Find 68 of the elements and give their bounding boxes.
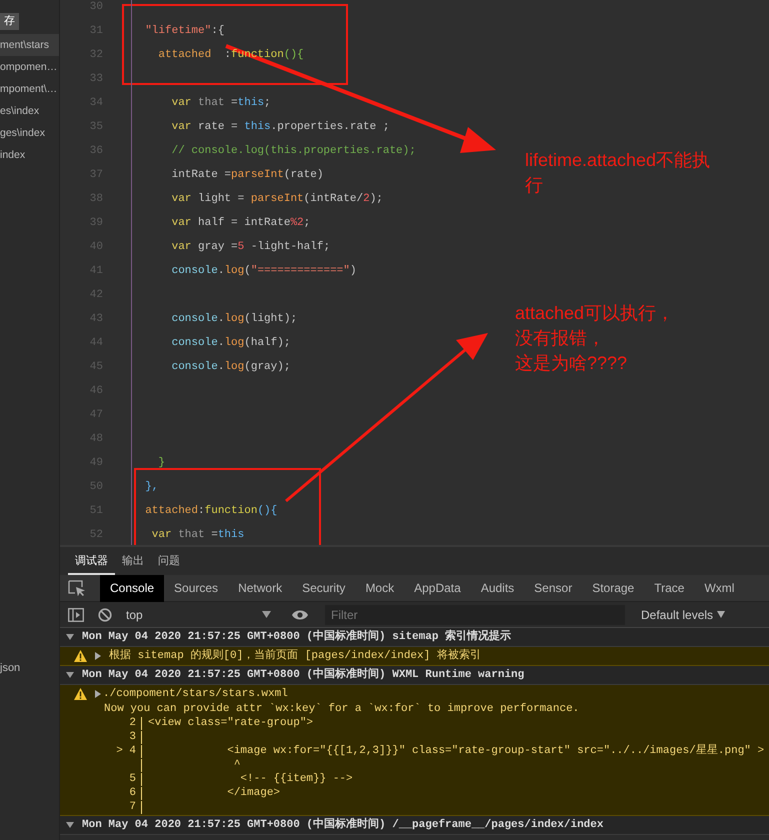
panel-tab[interactable]: 调试器 <box>68 547 115 575</box>
devtools-tab[interactable]: Audits <box>470 574 524 602</box>
code-line-number: 2 <box>128 716 136 730</box>
log-header: Mon May 04 2020 21:57:25 GMT+0800 (中国标准时间) /__pageframe__/pages/index/index <box>82 816 604 832</box>
file-item[interactable]: index <box>0 144 59 166</box>
log-message: Now you can provide attr `wx:key` for a `wx:for` to improve performance. <box>103 702 580 716</box>
code-snippet: </image> <box>226 786 280 800</box>
block-icon <box>98 608 112 622</box>
code-line: console.log("=============") <box>170 265 356 277</box>
code-line: // console.log(this.properties.rate); <box>170 145 416 157</box>
code-line: var gray =5 -light-half; <box>170 241 330 253</box>
code-line-number: 7 <box>128 800 136 814</box>
caret-icon <box>262 611 271 618</box>
file-item[interactable]: ompomen… <box>0 56 59 78</box>
devtools-tab[interactable]: Security <box>292 574 356 602</box>
log-header: Mon May 04 2020 21:57:25 GMT+0800 (中国标准时间) sitemap 索引情况提示 <box>82 628 512 644</box>
filter-field[interactable]: Filter <box>325 604 625 624</box>
log-message: ./compoment/stars/stars.wxml <box>103 686 288 702</box>
devtools-tab[interactable]: Console <box>100 574 164 602</box>
caret-icon <box>717 611 726 618</box>
code-line: var rate = this.properties.rate ; <box>170 121 390 133</box>
devtools-tab[interactable]: Storage <box>582 574 644 602</box>
levels-dropdown[interactable]: Default levels <box>641 606 714 624</box>
code-snippet: <image wx:for="{{[1,2,3]}}" class="rate-group-start" src="../../images/星星.png" > <box>226 744 764 758</box>
code-snippet: <!-- {{item}} --> <box>239 772 353 786</box>
file-item[interactable]: ges\index <box>0 122 59 144</box>
log-message: 根据 sitemap 的规则[0]，当前页面 [pages/index/index] 将被索引 <box>109 648 481 664</box>
code-line: intRate =parseInt(rate) <box>170 169 324 181</box>
code-snippet: ^ <box>232 758 240 772</box>
devtools-tab[interactable]: Sources <box>164 574 228 602</box>
file-item[interactable]: mpoment\… <box>0 78 59 100</box>
code-line: console.log(half); <box>170 337 290 349</box>
devtools-tab[interactable]: Wxml <box>694 574 744 602</box>
file-item[interactable]: ment\stars <box>0 34 59 56</box>
code-line-number: 3 <box>128 730 136 744</box>
panel-tab[interactable]: 输出 <box>115 547 151 575</box>
context-select[interactable]: top <box>126 606 143 624</box>
devtools-tab[interactable]: Mock <box>355 574 404 602</box>
devtools-tab[interactable]: Network <box>228 574 292 602</box>
devtools-tab[interactable]: AppData <box>404 574 471 602</box>
code-line: console.log(gray); <box>170 361 290 373</box>
annotation-text: attached可以执行， 没有报错， 这是为啥???? <box>515 302 674 375</box>
inspect-icon <box>68 580 86 596</box>
code-line: attached:function(){ <box>144 505 278 517</box>
code-line-number: 5 <box>128 772 136 786</box>
code-line: }, <box>144 481 158 493</box>
code-line: var that =this; <box>170 97 271 109</box>
devtools-tab[interactable]: Sensor <box>524 574 582 602</box>
code-line-number: 6 <box>128 786 136 800</box>
devtools-tab[interactable]: Trace <box>644 574 694 602</box>
code-line: console.log(light); <box>170 313 298 325</box>
eye-icon <box>291 608 309 620</box>
code-snippet: <view class="rate-group"> <box>148 716 314 730</box>
file-item[interactable]: es\index <box>0 100 59 122</box>
code-line: var that =this <box>150 529 244 541</box>
code-line: var light = parseInt(intRate/2); <box>170 193 383 205</box>
sidebar-toggle-icon <box>68 608 84 622</box>
warning-icon <box>74 688 87 700</box>
save-tag[interactable]: 存 <box>0 13 19 30</box>
code-line: } <box>157 457 166 469</box>
code-line: "lifetime":{ <box>144 25 224 37</box>
warning-icon <box>74 650 87 662</box>
code-line: var half = intRate%2; <box>170 217 310 229</box>
annotation-text: lifetime.attached不能执 行 <box>525 149 710 197</box>
code-line-number: > 4 <box>115 744 136 758</box>
log-header: Mon May 04 2020 21:57:25 GMT+0800 (中国标准时间) WXML Runtime warning <box>82 666 524 682</box>
file-item[interactable]: json <box>0 662 20 674</box>
panel-tab[interactable]: 问题 <box>151 547 187 575</box>
